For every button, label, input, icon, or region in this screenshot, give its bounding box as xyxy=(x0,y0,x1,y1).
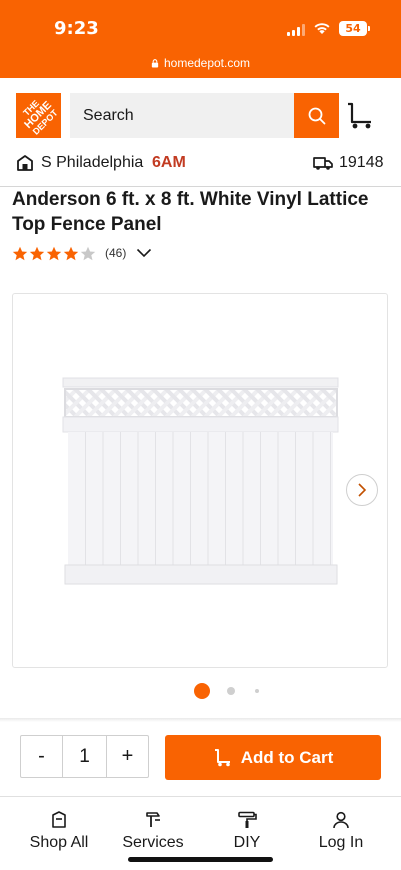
review-count: (46) xyxy=(105,246,127,260)
paint-roller-icon xyxy=(238,811,257,828)
nav-label: DIY xyxy=(233,834,261,851)
tools-icon xyxy=(146,812,160,827)
nav-diy[interactable]: DIY xyxy=(207,811,287,852)
store-name[interactable]: S Philadelphia xyxy=(41,154,143,172)
store-icon xyxy=(17,155,33,171)
product-image-card[interactable] xyxy=(12,293,388,668)
carousel-dot[interactable] xyxy=(255,689,259,693)
user-icon xyxy=(333,811,349,829)
delivery-truck-icon xyxy=(313,157,333,170)
cart-icon xyxy=(214,748,230,766)
wifi-icon xyxy=(314,23,330,34)
url-text: homedepot.com xyxy=(163,56,251,70)
star-filled-icon xyxy=(63,246,79,260)
nav-label: Log In xyxy=(318,834,364,851)
decrease-quantity-button[interactable]: - xyxy=(21,736,63,777)
product-title: Anderson 6 ft. x 8 ft. White Vinyl Latti… xyxy=(12,189,369,235)
sticky-bar-shadow xyxy=(0,718,401,722)
url-bar[interactable]: homedepot.com xyxy=(0,52,401,74)
star-filled-icon xyxy=(46,246,62,260)
search-input[interactable]: Search xyxy=(70,93,294,138)
nav-services[interactable]: Services xyxy=(113,811,193,852)
star-filled-icon xyxy=(12,246,28,260)
cellular-signal-icon xyxy=(287,24,305,36)
location-bar: S Philadelphia 6AM 19148 xyxy=(0,154,401,186)
star-filled-icon xyxy=(29,246,45,260)
carousel-dot-active[interactable] xyxy=(194,683,210,699)
nav-label: Services xyxy=(122,834,184,851)
chevron-down-icon xyxy=(137,248,152,258)
rating-stars xyxy=(12,246,96,261)
carousel-dot[interactable] xyxy=(227,687,235,695)
nav-log-in[interactable]: Log In xyxy=(301,811,381,852)
nav-shop-all[interactable]: Shop All xyxy=(19,811,99,852)
search-icon xyxy=(308,107,325,124)
cart-icon[interactable] xyxy=(345,102,375,130)
battery-tip xyxy=(368,26,370,31)
site-header: THE HOME DEPOT Search xyxy=(0,78,401,154)
chevron-right-icon xyxy=(358,483,367,497)
quantity-input[interactable]: 1 xyxy=(63,736,107,777)
search-button[interactable] xyxy=(294,93,339,138)
fence-panel-image xyxy=(62,377,339,585)
battery-icon: 54 xyxy=(339,21,367,36)
carousel-dots xyxy=(0,683,401,699)
status-time: 9:23 xyxy=(54,18,99,39)
lock-icon xyxy=(151,58,159,68)
delivery-zip[interactable]: 19148 xyxy=(339,154,384,172)
increase-quantity-button[interactable]: + xyxy=(107,736,148,777)
nav-label: Shop All xyxy=(29,834,89,851)
product-rating[interactable]: (46) xyxy=(12,243,152,263)
quantity-stepper: - 1 + xyxy=(20,735,149,778)
home-indicator xyxy=(128,857,273,862)
star-empty-icon xyxy=(80,246,96,260)
next-image-button[interactable] xyxy=(346,474,378,506)
shopping-bag-icon xyxy=(52,811,66,828)
add-to-cart-button[interactable]: Add to Cart xyxy=(165,735,381,780)
home-depot-logo[interactable]: THE HOME DEPOT xyxy=(16,93,61,138)
store-hours: 6AM xyxy=(152,154,186,171)
status-bar: 9:23 54 xyxy=(0,0,401,52)
add-to-cart-label: Add to Cart xyxy=(240,747,334,767)
